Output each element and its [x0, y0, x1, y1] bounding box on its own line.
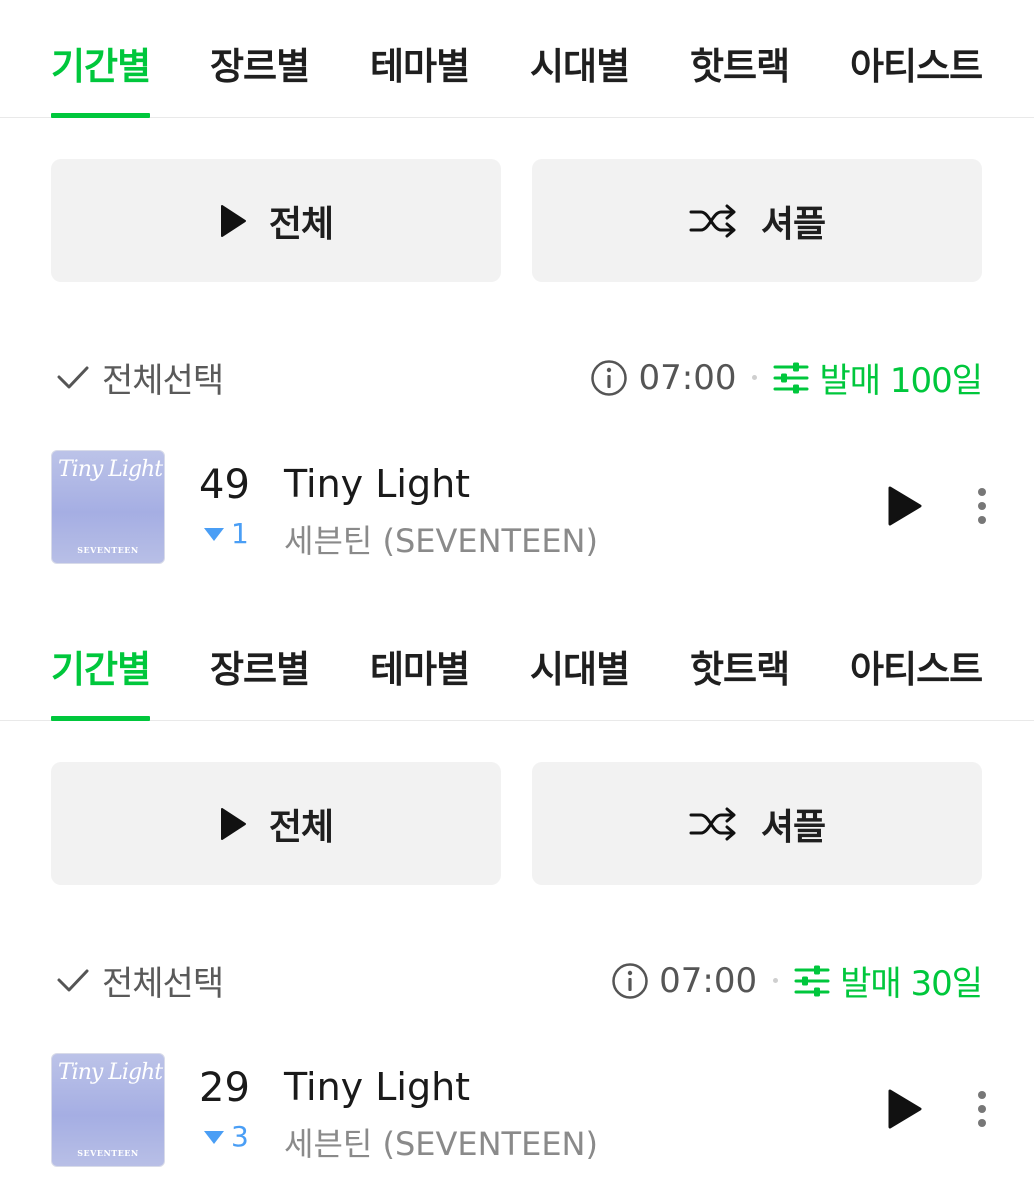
info-icon[interactable]: [611, 962, 649, 1000]
release-filter-button[interactable]: 발매 100일: [773, 353, 983, 402]
rank-change-value: 1: [231, 517, 249, 550]
play-all-button[interactable]: 전체: [51, 159, 501, 282]
chart-info: 07:00 발매 30일: [611, 956, 983, 1005]
rank-number: 29: [199, 1065, 250, 1111]
tab-genre[interactable]: 장르별: [210, 36, 310, 118]
play-icon: [220, 807, 246, 840]
chart-section: 기간별 장르별 테마별 시대별 핫트랙 아티스트 전체 셔플 전체선택 07:0…: [0, 603, 1034, 1200]
play-icon: [220, 204, 246, 237]
play-all-label: 전체: [268, 806, 334, 848]
separator-dot: [752, 375, 758, 380]
rank-change: 1: [203, 517, 249, 550]
song-title[interactable]: Tiny Light: [284, 1065, 470, 1109]
tab-label: 아티스트: [850, 648, 983, 691]
rank-change: 3: [203, 1120, 249, 1153]
album-art[interactable]: Tiny Light SEVENTEEN: [51, 450, 165, 564]
select-row: 전체선택 07:00 발매 30일: [56, 948, 983, 1005]
select-all-checkbox[interactable]: 전체선택: [56, 956, 224, 1005]
active-tab-indicator: [51, 113, 151, 118]
album-art-artist: SEVENTEEN: [77, 545, 139, 555]
tab-label: 핫트랙: [690, 648, 790, 691]
tab-hot-track[interactable]: 핫트랙: [690, 36, 790, 118]
tab-hot-track[interactable]: 핫트랙: [690, 639, 790, 721]
tab-label: 시대별: [530, 648, 630, 691]
tab-label: 장르별: [210, 45, 310, 88]
tab-era[interactable]: 시대별: [530, 36, 630, 118]
tab-label: 핫트랙: [690, 45, 790, 88]
chart-update-time: 07:00: [659, 960, 758, 1001]
tab-label: 시대별: [530, 45, 630, 88]
release-filter-label: 발매 100일: [819, 361, 983, 401]
separator-dot: [773, 978, 779, 983]
tab-label: 장르별: [210, 648, 310, 691]
shuffle-button[interactable]: 셔플: [532, 762, 982, 885]
select-all-label: 전체선택: [102, 964, 224, 1004]
select-all-label: 전체선택: [102, 361, 224, 401]
tab-genre[interactable]: 장르별: [210, 639, 310, 721]
tab-artist[interactable]: 아티스트: [850, 639, 983, 721]
album-art-title: Tiny Light: [58, 1060, 163, 1085]
play-icon[interactable]: [884, 1087, 924, 1131]
rank-change-value: 3: [231, 1120, 249, 1153]
checkmark-icon: [57, 366, 89, 388]
chart-tab-bar: 기간별 장르별 테마별 시대별 핫트랙 아티스트: [0, 0, 1034, 118]
chart-section: 기간별 장르별 테마별 시대별 핫트랙 아티스트 전체 셔플 전체선택 07:0…: [0, 0, 1034, 603]
chart-update-time: 07:00: [638, 357, 737, 398]
shuffle-label: 셔플: [760, 806, 826, 848]
release-filter-label: 발매 30일: [840, 964, 983, 1004]
active-tab-indicator: [51, 716, 151, 721]
play-all-label: 전체: [268, 203, 334, 245]
filter-sliders-icon: [794, 965, 830, 996]
rank-down-icon: [204, 527, 224, 541]
tab-label: 기간별: [51, 648, 151, 691]
shuffle-icon: [689, 204, 736, 237]
song-title[interactable]: Tiny Light: [284, 462, 470, 506]
album-art-title: Tiny Light: [58, 457, 163, 482]
select-all-checkbox[interactable]: 전체선택: [56, 353, 224, 402]
album-art[interactable]: Tiny Light SEVENTEEN: [51, 1053, 165, 1167]
tab-era[interactable]: 시대별: [530, 639, 630, 721]
tab-artist[interactable]: 아티스트: [850, 36, 983, 118]
filter-sliders-icon: [773, 362, 809, 393]
artist-name[interactable]: 세븐틴 (SEVENTEEN): [284, 1119, 598, 1165]
track-row[interactable]: Tiny Light SEVENTEEN 49 1 Tiny Light 세븐틴…: [51, 450, 994, 564]
tab-label: 아티스트: [850, 45, 983, 88]
tab-period[interactable]: 기간별: [51, 36, 151, 118]
tab-label: 테마별: [370, 648, 470, 691]
play-all-button[interactable]: 전체: [51, 762, 501, 885]
select-row: 전체선택 07:00 발매 100일: [56, 345, 983, 402]
play-icon[interactable]: [884, 484, 924, 528]
checkmark-icon: [57, 969, 89, 991]
artist-name[interactable]: 세븐틴 (SEVENTEEN): [284, 516, 598, 562]
tab-label: 테마별: [370, 45, 470, 88]
tab-label: 기간별: [51, 45, 151, 88]
release-filter-button[interactable]: 발매 30일: [794, 956, 983, 1005]
rank-down-icon: [204, 1130, 224, 1144]
tab-period[interactable]: 기간별: [51, 639, 151, 721]
track-row[interactable]: Tiny Light SEVENTEEN 29 3 Tiny Light 세븐틴…: [51, 1053, 994, 1167]
more-options-icon[interactable]: [970, 1087, 994, 1131]
shuffle-label: 셔플: [760, 203, 826, 245]
rank-number: 49: [199, 462, 250, 508]
more-options-icon[interactable]: [970, 484, 994, 528]
chart-info: 07:00 발매 100일: [590, 353, 983, 402]
chart-tab-bar: 기간별 장르별 테마별 시대별 핫트랙 아티스트: [0, 603, 1034, 721]
tab-theme[interactable]: 테마별: [370, 36, 470, 118]
tab-theme[interactable]: 테마별: [370, 639, 470, 721]
shuffle-button[interactable]: 셔플: [532, 159, 982, 282]
shuffle-icon: [689, 807, 736, 840]
album-art-artist: SEVENTEEN: [77, 1148, 139, 1158]
info-icon[interactable]: [590, 359, 628, 397]
